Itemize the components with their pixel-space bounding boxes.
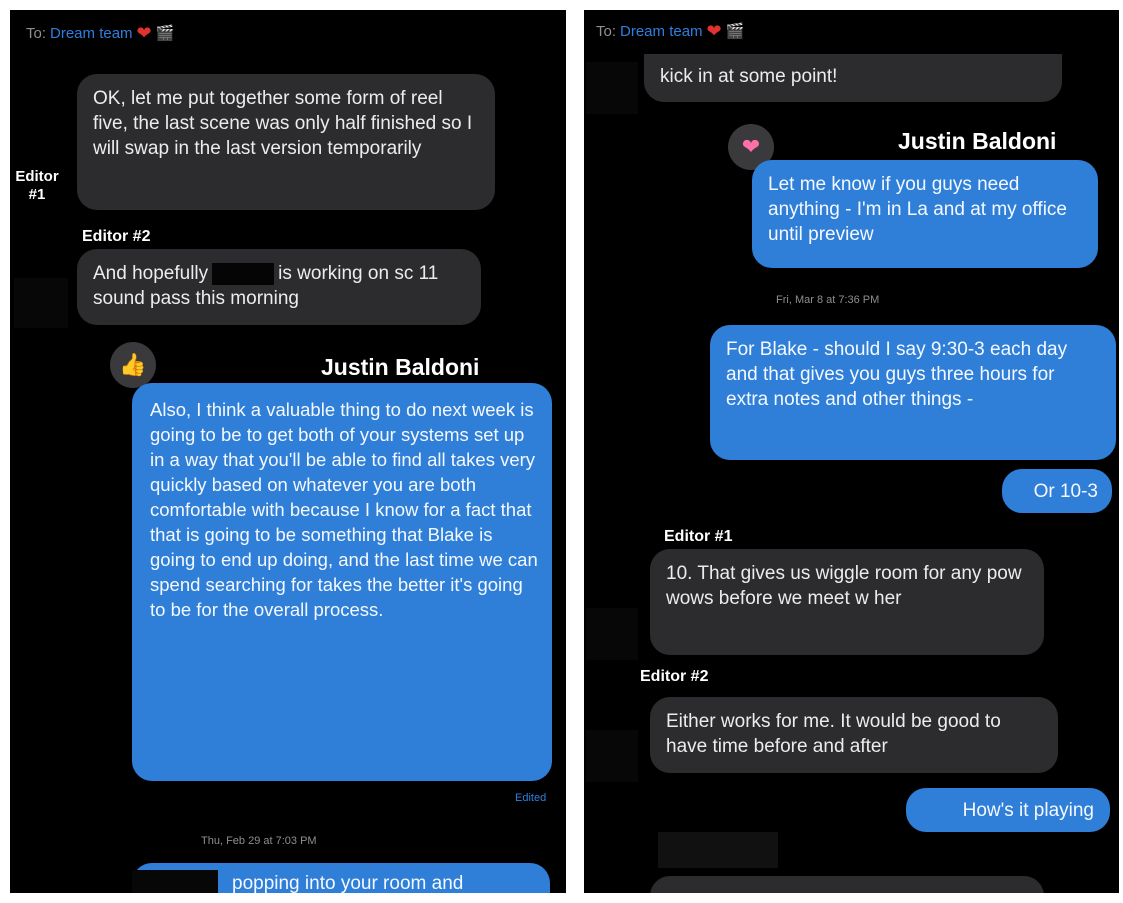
recipient-header[interactable]: To: Dream team ❤ 🎬 <box>26 24 174 42</box>
message-bubble-letmeknow[interactable]: Let me know if you guys need anything - … <box>752 160 1098 268</box>
message-text-part1: And hopefully <box>93 263 209 284</box>
clapperboard-icon: 🎬 <box>155 25 175 42</box>
message-timestamp: Fri, Mar 8 at 7:36 PM <box>776 294 880 306</box>
redacted-avatar <box>586 730 638 782</box>
redacted-avatar <box>586 62 638 114</box>
message-bubble-systems[interactable]: Also, I think a valuable thing to do nex… <box>132 383 552 781</box>
message-text: For Blake - should I say 9:30-3 each day… <box>726 339 1068 410</box>
clapperboard-icon: 🎬 <box>725 23 745 40</box>
message-text: 10. That gives us wiggle room for any po… <box>666 563 1022 609</box>
redacted-name <box>212 262 275 285</box>
message-text: OK, let me put together some form of ree… <box>93 88 473 159</box>
message-text: Either works for me. It would be good to… <box>666 711 1001 757</box>
sender-label-editor2: Editor #2 <box>74 225 159 249</box>
redacted-name <box>132 870 218 893</box>
group-name[interactable]: Dream team <box>50 25 133 42</box>
message-text: popping into your room and <box>232 873 464 893</box>
message-text: Or 10-3 <box>1033 481 1098 502</box>
message-text: kick in at some point! <box>660 66 838 87</box>
thumbs-up-icon: 👍 <box>119 352 147 377</box>
message-timestamp: Thu, Feb 29 at 7:03 PM <box>201 835 317 847</box>
pink-heart-icon: ❤ <box>741 134 761 159</box>
message-bubble-playing[interactable]: How's it playing <box>906 788 1110 832</box>
speaker-label-justin: Justin Baldoni <box>321 354 480 380</box>
sender-label-editor1: Editor #1 <box>656 525 741 549</box>
right-conversation-panel: To: Dream team ❤ 🎬 kick in at some point… <box>584 10 1119 893</box>
edited-indicator: Edited <box>515 792 547 804</box>
sender-label-editor1: Editor #1 <box>10 166 68 206</box>
to-prefix: To: <box>26 24 47 42</box>
message-text: Also, I think a valuable thing to do nex… <box>150 399 538 620</box>
message-text: How's it playing <box>962 800 1094 821</box>
group-name[interactable]: Dream team <box>620 23 703 40</box>
message-bubble-or[interactable]: Or 10-3 <box>1002 469 1112 513</box>
recipient-header[interactable]: To: Dream team ❤ 🎬 <box>596 22 744 40</box>
message-text: Let me know if you guys need anything - … <box>768 174 1067 245</box>
heart-icon: ❤ <box>136 23 152 43</box>
to-prefix: To: <box>596 22 617 40</box>
message-bubble-reel[interactable]: OK, let me put together some form of ree… <box>77 74 495 210</box>
redacted-avatar <box>586 608 638 660</box>
reaction-badge[interactable]: 👍 <box>110 342 156 388</box>
message-bubble-partial[interactable] <box>650 876 1044 893</box>
message-bubble-wiggle[interactable]: 10. That gives us wiggle room for any po… <box>650 549 1044 655</box>
message-bubble-blake[interactable]: For Blake - should I say 9:30-3 each day… <box>710 325 1116 460</box>
message-bubble-either[interactable]: Either works for me. It would be good to… <box>650 697 1058 773</box>
heart-icon: ❤ <box>706 21 722 41</box>
message-bubble-sound[interactable]: And hopefully is working on sc 11 sound p… <box>77 249 481 325</box>
sender-label-editor2: Editor #2 <box>632 665 717 689</box>
redacted-avatar <box>14 278 68 328</box>
left-conversation-panel: To: Dream team ❤ 🎬 OK, let me put togeth… <box>10 10 566 893</box>
speaker-label-justin: Justin Baldoni <box>898 128 1057 154</box>
message-bubble-kick[interactable]: kick in at some point! <box>644 54 1062 102</box>
redacted-block <box>658 832 778 868</box>
